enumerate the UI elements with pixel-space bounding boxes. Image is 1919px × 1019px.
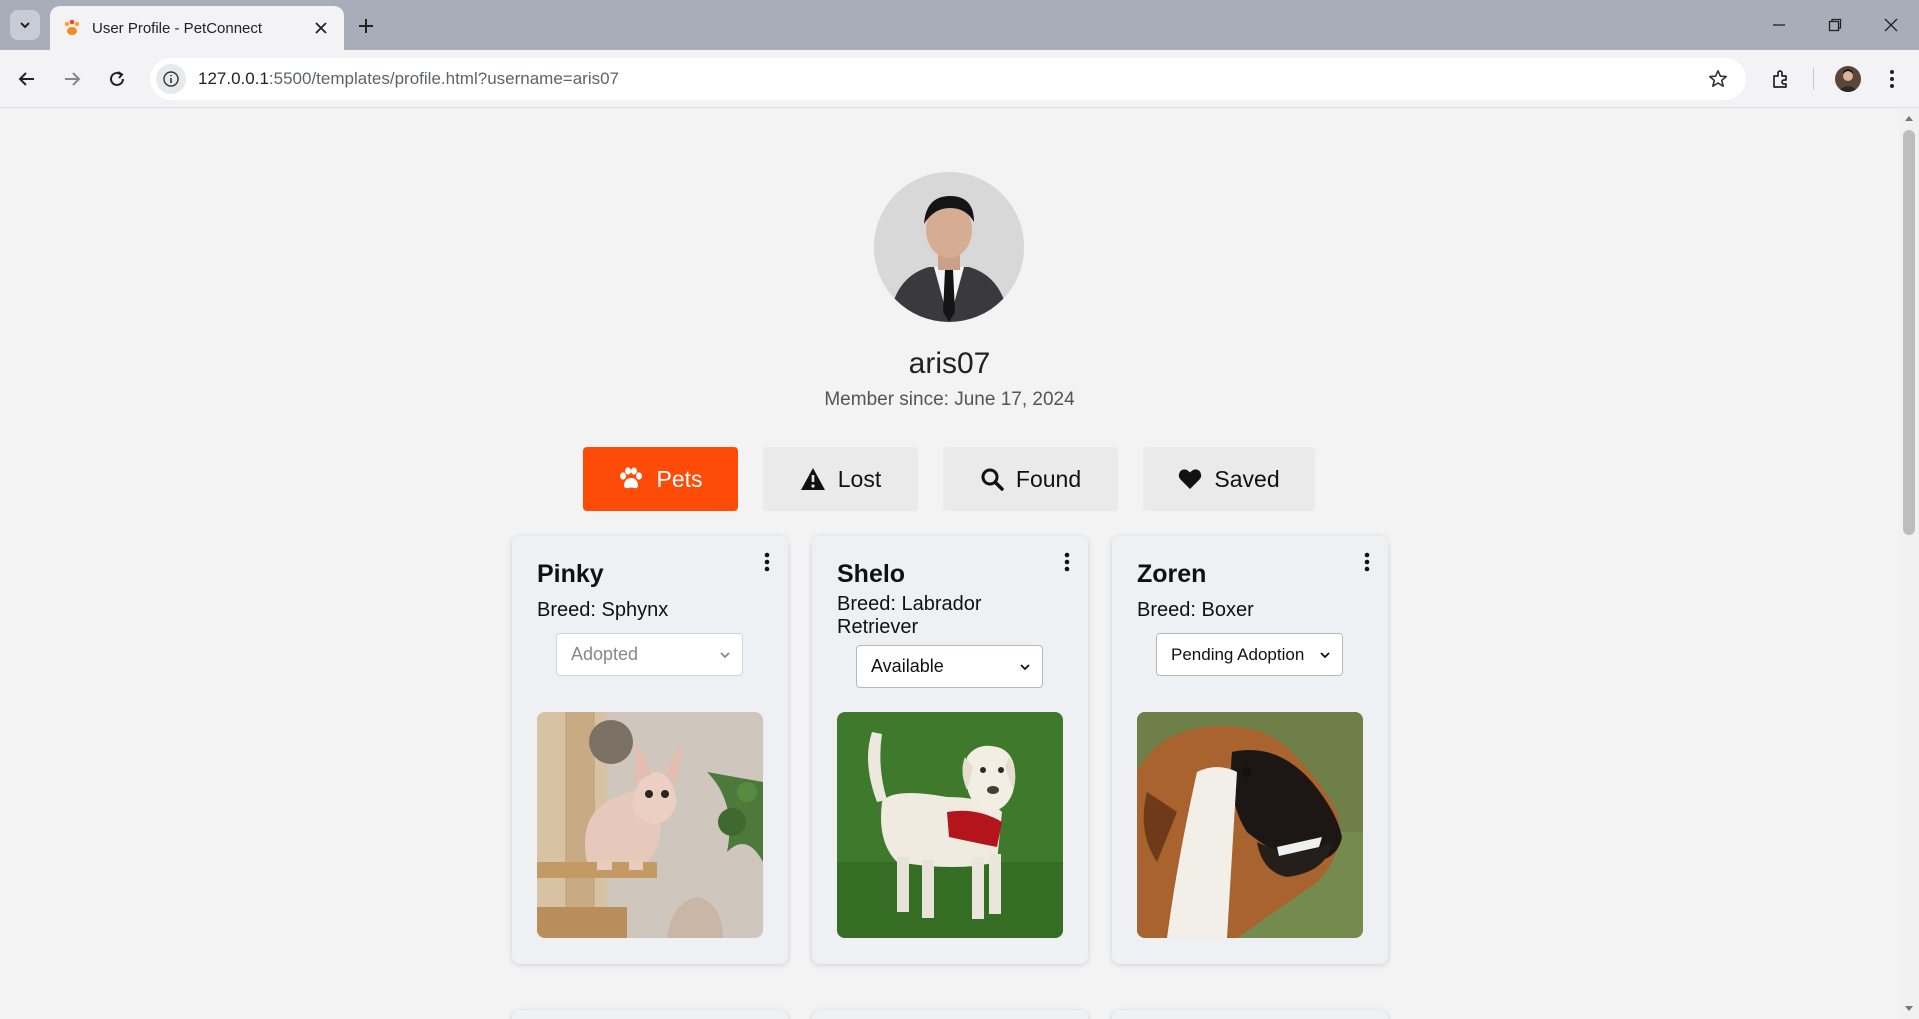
pet-card: Zoren Breed: Boxer Pending Adoption [1112,536,1388,964]
tab-saved-label: Saved [1214,465,1280,492]
browser-toolbar: 127.0.0.1:5500/templates/profile.html?us… [0,50,1919,108]
scroll-up-icon[interactable] [1903,112,1915,124]
paw-icon [620,467,643,489]
card-menu-icon[interactable] [760,550,774,574]
tab-found[interactable]: Found [943,447,1118,511]
tab-title: User Profile - PetConnect [92,19,263,37]
pet-card-peek [512,1010,788,1019]
status-value: Pending Adoption [1171,644,1305,664]
forward-icon[interactable] [56,63,88,95]
profile-avatar-button[interactable] [1832,63,1864,95]
page-viewport: aris07 Member since: June 17, 2024 Pets … [0,109,1899,1019]
minimize-icon[interactable] [1751,0,1807,50]
card-menu-icon[interactable] [1060,550,1074,574]
card-menu-icon[interactable] [1360,550,1374,574]
heart-icon [1179,469,1202,489]
bookmark-star-icon[interactable] [1702,63,1734,95]
tab-pets[interactable]: Pets [583,447,738,511]
new-tab-icon[interactable] [352,12,380,40]
pet-name: Pinky [537,560,604,588]
close-tab-icon[interactable] [310,17,332,39]
pet-card-peek [812,1010,1088,1019]
pet-photo [537,712,763,938]
tab-pets-label: Pets [656,465,703,492]
tab-lost[interactable]: Lost [763,447,918,511]
member-since-text: Member since: June 17, 2024 [824,389,1075,410]
avatar [1835,66,1861,92]
status-value: Adopted [571,644,639,664]
restore-icon[interactable] [1807,0,1863,50]
tab-lost-label: Lost [837,465,882,492]
pet-breed: Breed: Boxer [1137,599,1254,621]
browser-tab[interactable]: User Profile - PetConnect [50,6,344,50]
window-controls [1751,0,1919,50]
pet-name: Zoren [1137,560,1207,588]
chevron-down-icon [20,22,30,29]
url-text: 127.0.0.1:5500/templates/profile.html?us… [198,69,1702,89]
pet-name: Shelo [837,560,906,588]
search-icon [981,468,1004,491]
pet-photo [1137,712,1363,938]
scrollbar-thumb[interactable] [1903,130,1915,535]
reload-icon[interactable] [101,63,133,95]
chevron-down-icon [720,652,730,659]
url-path: :5500/templates/profile.html?username=ar… [268,69,620,88]
more-menu-icon[interactable] [1876,63,1908,95]
tab-search-button[interactable] [10,10,40,40]
status-select: Adopted [556,633,743,676]
extensions-icon[interactable] [1765,63,1797,95]
site-info-icon[interactable] [156,64,186,94]
status-value: Available [871,656,944,676]
profile-photo [874,172,1024,322]
status-select[interactable]: Pending Adoption [1156,633,1343,676]
scroll-down-icon[interactable] [1903,1003,1915,1015]
profile-username: aris07 [908,347,991,380]
close-window-icon[interactable] [1863,0,1919,50]
tab-found-label: Found [1015,465,1082,492]
chevron-down-icon [1020,664,1030,671]
pet-breed: Breed: Labrador Retriever [837,593,982,638]
back-icon[interactable] [11,63,43,95]
pet-card: Shelo Breed: Labrador Retriever Availabl… [812,536,1088,964]
pet-breed: Breed: Sphynx [537,599,669,621]
pet-card: Pinky Breed: Sphynx Adopted [512,536,788,964]
profile-avatar [874,172,1024,322]
toolbar-separator [1813,68,1814,90]
browser-tabstrip: User Profile - PetConnect [0,0,1919,50]
tab-saved[interactable]: Saved [1143,447,1315,511]
paw-favicon-icon [64,19,80,35]
pet-card-peek [1112,1010,1388,1019]
warning-icon [800,468,825,490]
address-bar[interactable]: 127.0.0.1:5500/templates/profile.html?us… [150,58,1746,100]
pet-photo [837,712,1063,938]
url-host: 127.0.0.1 [198,69,269,88]
chevron-down-icon [1320,652,1330,659]
status-select[interactable]: Available [856,645,1043,688]
